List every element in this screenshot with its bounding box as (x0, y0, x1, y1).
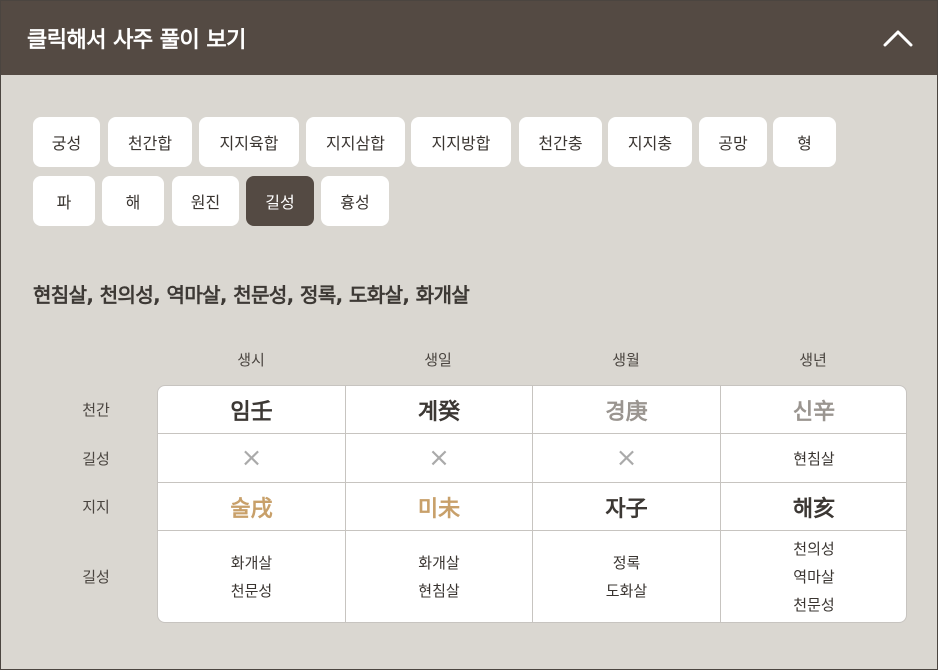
panel-header[interactable]: 클릭해서 사주 풀이 보기 (1, 1, 937, 75)
row-label-stars-top: 길성 (82, 450, 110, 468)
collapse-button[interactable] (881, 21, 915, 55)
column-header-month: 생월 (612, 351, 640, 369)
star-cell-year: 현침살 (793, 449, 835, 468)
earthly-branch-day: 미未 (417, 496, 461, 522)
summary-text: 현침살, 천의성, 역마살, 천문성, 정록, 도화살, 화개살 (33, 283, 470, 307)
star-label: 천의성 (793, 540, 835, 558)
star-label: 화개살 (230, 554, 273, 572)
saju-panel: 클릭해서 사주 풀이 보기 궁성 천간합 지지육합 지지삼합 지지방합 천간충 … (0, 0, 938, 670)
no-star-x-icon: × (615, 443, 638, 473)
column-header-day: 생일 (424, 351, 452, 369)
chevron-up-icon (883, 30, 913, 47)
heavenly-stem-month: 경庚 (605, 399, 648, 425)
tab-gilseong[interactable]: 길성 (246, 176, 314, 226)
stars-cell-day: 화개살 현침살 (346, 531, 532, 622)
row-label-heavenly: 천간 (82, 401, 110, 419)
earthly-branch-year: 해亥 (792, 496, 836, 522)
star-label: 정록 (612, 554, 641, 572)
tab-wonjin[interactable]: 원진 (172, 176, 239, 226)
star-label: 천문성 (793, 596, 835, 614)
tab-hae[interactable]: 해 (102, 176, 164, 226)
earthly-branch-month: 자子 (605, 496, 648, 522)
saju-table: 임壬 계癸 경庚 신辛 × × × 현침살 술戌 미未 자子 해亥 화개살 천문… (157, 385, 907, 623)
column-header-hour: 생시 (237, 351, 265, 369)
heavenly-stem-year: 신辛 (792, 399, 836, 425)
stars-cell-month: 정록 도화살 (533, 531, 720, 622)
heavenly-stem-hour: 임壬 (230, 399, 273, 425)
earthly-branch-hour: 술戌 (230, 496, 273, 522)
tab-hyungseong[interactable]: 흉성 (321, 176, 389, 226)
tab-jiji-banghap[interactable]: 지지방합 (411, 117, 511, 167)
star-label: 역마살 (793, 568, 835, 586)
heavenly-stem-day: 계癸 (417, 399, 461, 425)
star-label: 화개살 (418, 554, 460, 572)
row-label-stars-bottom: 길성 (82, 568, 110, 586)
star-label: 도화살 (605, 582, 648, 600)
tab-hyeong[interactable]: 형 (773, 117, 836, 167)
star-label: 천문성 (230, 582, 273, 600)
tab-jiji-chung[interactable]: 지지충 (608, 117, 692, 167)
tab-pa[interactable]: 파 (33, 176, 95, 226)
no-star-x-icon: × (240, 443, 263, 473)
tab-cheongan-hap[interactable]: 천간합 (108, 117, 192, 167)
row-label-earthly: 지지 (82, 498, 110, 516)
stars-cell-year: 천의성 역마살 천문성 (721, 531, 906, 622)
tab-gongmang[interactable]: 공망 (699, 117, 767, 167)
column-header-year: 생년 (799, 351, 827, 369)
tab-jiji-yukhap[interactable]: 지지육합 (199, 117, 299, 167)
tab-gungseong[interactable]: 궁성 (33, 117, 100, 167)
tab-cheongan-chung[interactable]: 천간충 (519, 117, 602, 167)
panel-title: 클릭해서 사주 풀이 보기 (27, 28, 246, 53)
no-star-x-icon: × (428, 443, 450, 473)
star-label: 현침살 (418, 582, 460, 600)
stars-cell-hour: 화개살 천문성 (158, 531, 345, 622)
tab-jiji-samhap[interactable]: 지지삼합 (306, 117, 405, 167)
